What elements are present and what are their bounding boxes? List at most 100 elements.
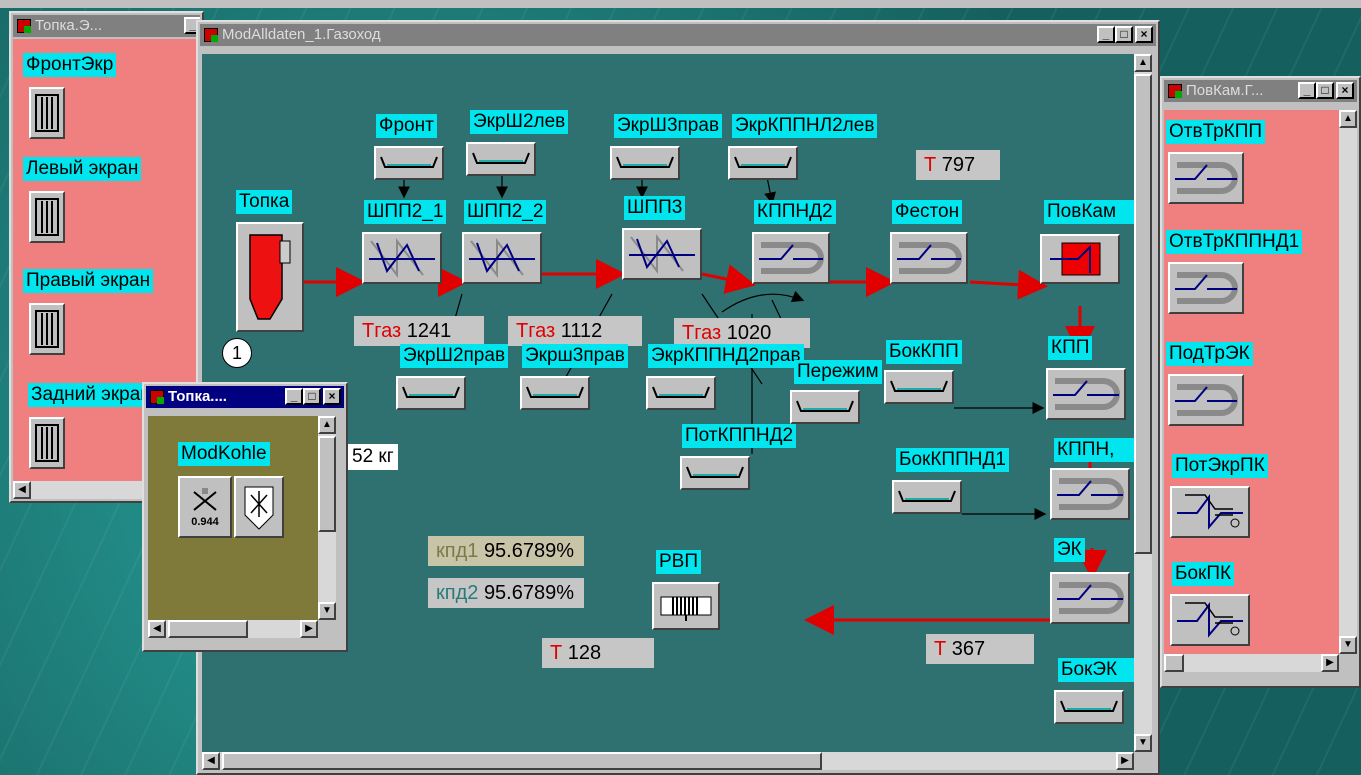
turning-chamber-button[interactable] — [1040, 234, 1120, 284]
scroll-down-button[interactable]: ▼ — [318, 602, 336, 620]
horizontal-scrollbar[interactable]: ◀ ▶ — [148, 620, 318, 638]
component-button[interactable] — [610, 146, 680, 180]
component-button[interactable] — [790, 390, 860, 424]
scroll-thumb[interactable] — [222, 752, 822, 770]
scroll-right-button[interactable]: ▶ — [1321, 654, 1339, 672]
component-button[interactable] — [884, 370, 954, 404]
app-icon — [150, 390, 164, 404]
minimize-button[interactable]: _ — [1097, 26, 1115, 43]
component-button[interactable] — [466, 142, 536, 176]
heat-exchanger-button[interactable] — [462, 232, 542, 284]
readout-key: Т — [934, 638, 947, 660]
air-heater-button[interactable] — [652, 582, 720, 630]
readout-key: Тгаз — [516, 320, 556, 342]
tray-icon — [652, 386, 710, 398]
component-button[interactable] — [892, 480, 962, 514]
scroll-up-button[interactable]: ▲ — [1134, 54, 1152, 72]
heat-exchanger-button[interactable] — [622, 228, 702, 280]
component-button[interactable] — [374, 146, 444, 180]
label-perezhim: Пережим — [794, 360, 882, 384]
vertical-scrollbar[interactable]: ▲ ▼ — [318, 416, 336, 620]
radiator-button[interactable] — [29, 191, 65, 243]
scroll-left-button[interactable]: ◀ — [202, 752, 220, 770]
close-button[interactable]: × — [1336, 82, 1354, 99]
coil-icon — [1177, 602, 1243, 638]
component-button[interactable] — [646, 376, 716, 410]
radiator-button[interactable] — [29, 303, 65, 355]
mill-value: 0.944 — [191, 516, 219, 528]
vertical-scrollbar[interactable]: ▲ ▼ — [1339, 110, 1357, 654]
heat-exchanger-button[interactable] — [1050, 468, 1130, 520]
scroll-thumb[interactable] — [1164, 654, 1184, 672]
label-shpp2-2: ШПП2_2 — [464, 200, 547, 224]
burner-button[interactable] — [234, 476, 284, 538]
scroll-up-button[interactable]: ▲ — [318, 416, 336, 434]
window-topka-small[interactable]: Топка.... _ □ × ModKohle 0.944 ▲ ▼ ◀ ▶ — [142, 382, 348, 652]
window-titlebar[interactable]: Топка.Э... _□ — [13, 15, 200, 37]
heat-exchanger-button[interactable] — [1168, 374, 1244, 426]
label-kppnd2: КППНД2 — [754, 200, 836, 224]
heat-exchanger-button[interactable] — [362, 232, 442, 284]
window-titlebar[interactable]: ModAlldaten_1.Газоход _ □ × — [200, 24, 1156, 46]
window-titlebar[interactable]: ПовКам.Г... _ □ × — [1164, 80, 1357, 102]
minimize-button[interactable]: _ — [1298, 82, 1316, 99]
scroll-right-button[interactable]: ▶ — [1116, 752, 1134, 770]
label-podtrek: ПодТрЭК — [1166, 342, 1253, 366]
scroll-down-button[interactable]: ▼ — [1339, 636, 1357, 654]
close-button[interactable]: × — [1135, 26, 1153, 43]
heat-exchanger-button[interactable] — [1170, 594, 1250, 646]
label-modkohle: ModKohle — [178, 442, 270, 466]
readout-key: кпд1 — [436, 540, 479, 562]
readout-key: кпд2 — [436, 582, 479, 604]
heat-exchanger-button[interactable] — [890, 232, 968, 284]
component-button[interactable] — [680, 456, 750, 490]
scroll-up-button[interactable]: ▲ — [1339, 110, 1357, 128]
minimize-button[interactable]: _ — [285, 388, 303, 405]
component-button[interactable] — [520, 376, 590, 410]
maximize-button[interactable]: □ — [303, 388, 321, 405]
coil-icon — [1177, 494, 1243, 530]
scroll-thumb[interactable] — [318, 436, 336, 532]
label-rvp: РВП — [656, 550, 702, 574]
label-kppn: КППН, — [1054, 438, 1134, 462]
radiator-icon — [35, 94, 59, 132]
readout-value: 128 — [567, 642, 602, 664]
label-feston: Фестон — [892, 200, 963, 224]
scroll-thumb[interactable] — [168, 620, 248, 638]
window-povkam[interactable]: ПовКам.Г... _ □ × ОтвТрКПП ОтвТрКППНД1 Под… — [1160, 76, 1361, 688]
horizontal-scrollbar[interactable]: ◀ ▶ — [202, 752, 1134, 770]
furnace-button[interactable] — [236, 222, 304, 332]
u-tube-icon — [1057, 582, 1124, 614]
tray-icon — [734, 156, 792, 168]
scroll-down-button[interactable]: ▼ — [1134, 734, 1152, 752]
heat-exchanger-button[interactable] — [1046, 368, 1126, 420]
heat-exchanger-button[interactable] — [1170, 486, 1250, 538]
label-front: Фронт — [376, 114, 437, 138]
vertical-scrollbar[interactable]: ▲ ▼ — [1134, 54, 1152, 752]
heat-exchanger-button[interactable] — [1168, 262, 1244, 314]
scroll-right-button[interactable]: ▶ — [300, 620, 318, 638]
step-circle: 1 — [222, 338, 252, 368]
readout-value: 1020 — [726, 322, 772, 344]
rotary-air-heater-icon — [660, 596, 712, 621]
component-button[interactable] — [396, 376, 466, 410]
readout-key: Тгаз — [362, 320, 402, 342]
component-button[interactable] — [728, 146, 798, 180]
horizontal-scrollbar[interactable]: ▶ — [1164, 654, 1339, 672]
radiator-button[interactable] — [29, 417, 65, 469]
heat-exchanger-button[interactable] — [1050, 572, 1130, 624]
heat-exchanger-button[interactable] — [1168, 152, 1244, 204]
scroll-left-button[interactable]: ◀ — [13, 481, 31, 499]
close-button[interactable]: × — [323, 388, 341, 405]
scroll-thumb[interactable] — [1134, 74, 1152, 554]
heat-exchanger-button[interactable] — [752, 232, 830, 284]
radiator-button[interactable] — [29, 87, 65, 139]
scroll-left-button[interactable]: ◀ — [148, 620, 166, 638]
maximize-button[interactable]: □ — [1316, 82, 1334, 99]
window-titlebar[interactable]: Топка.... _ □ × — [146, 386, 344, 408]
coal-mill-button[interactable]: 0.944 — [178, 476, 232, 538]
window-title: Топка.Э... — [35, 17, 103, 34]
maximize-button[interactable]: □ — [1115, 26, 1133, 43]
readout-value: 95.6789% — [483, 540, 575, 562]
component-button[interactable] — [1054, 690, 1124, 724]
